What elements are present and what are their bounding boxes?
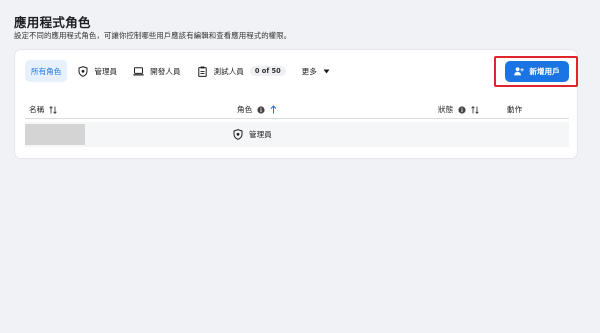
user-name-redacted (25, 124, 85, 145)
add-user-button[interactable]: 新增用戶 (505, 61, 569, 82)
role-label: 管理員 (249, 130, 272, 139)
sort-icon (471, 105, 479, 114)
tab-all-roles-label: 所有角色 (31, 66, 62, 76)
role-cell: 管理員 (233, 129, 272, 140)
tab-more-label: 更多 (301, 66, 317, 76)
table-row[interactable]: 管理員 (25, 122, 569, 147)
column-name-label: 名稱 (29, 105, 45, 114)
laptop-icon (133, 66, 144, 77)
info-icon (257, 105, 265, 114)
app-roles-page: 應用程式角色 設定不同的應用程式角色，可讓你控制哪些用戶應該有編輯和查看應用程式… (0, 0, 600, 333)
column-header-status[interactable]: 狀態 (438, 104, 479, 115)
roles-card: 所有角色 管理員 開發人員 測試人員 0 of 50 更多 新增用戶 名稱 角色… (14, 49, 578, 159)
page-title: 應用程式角色 (14, 15, 91, 30)
clipboard-icon (197, 66, 208, 77)
tab-testers-label: 測試人員 (213, 66, 244, 76)
column-role-label: 角色 (237, 105, 253, 114)
info-icon (458, 105, 466, 114)
shield-icon (233, 129, 243, 140)
caret-down-icon (323, 67, 330, 76)
column-action-label: 動作 (507, 105, 523, 114)
add-user-highlight: 新增用戶 (494, 56, 578, 87)
column-header-action: 動作 (507, 104, 522, 115)
table-header: 名稱 角色 狀態 動作 (25, 99, 569, 119)
tab-developers-label: 開發人員 (150, 66, 181, 76)
column-status-label: 狀態 (438, 105, 454, 114)
tab-testers[interactable]: 測試人員 0 of 50 (191, 60, 292, 82)
role-tabs: 所有角色 管理員 開發人員 測試人員 0 of 50 更多 (25, 60, 340, 82)
sort-ascending-icon (270, 105, 277, 114)
tab-all-roles[interactable]: 所有角色 (25, 60, 68, 82)
add-person-icon (514, 67, 524, 76)
add-user-label: 新增用戶 (529, 67, 560, 76)
tab-more-dropdown[interactable]: 更多 (296, 60, 336, 82)
tab-developers[interactable]: 開發人員 (127, 60, 186, 82)
column-header-name[interactable]: 名稱 (29, 104, 57, 115)
column-header-role[interactable]: 角色 (237, 104, 277, 115)
tab-admins-label: 管理員 (94, 66, 118, 76)
page-subtitle: 設定不同的應用程式角色，可讓你控制哪些用戶應該有編輯和查看應用程式的權限。 (14, 31, 292, 40)
tab-admins[interactable]: 管理員 (71, 60, 123, 82)
sort-icon (49, 105, 57, 114)
testers-count-badge: 0 of 50 (249, 66, 286, 76)
shield-icon (77, 65, 88, 77)
